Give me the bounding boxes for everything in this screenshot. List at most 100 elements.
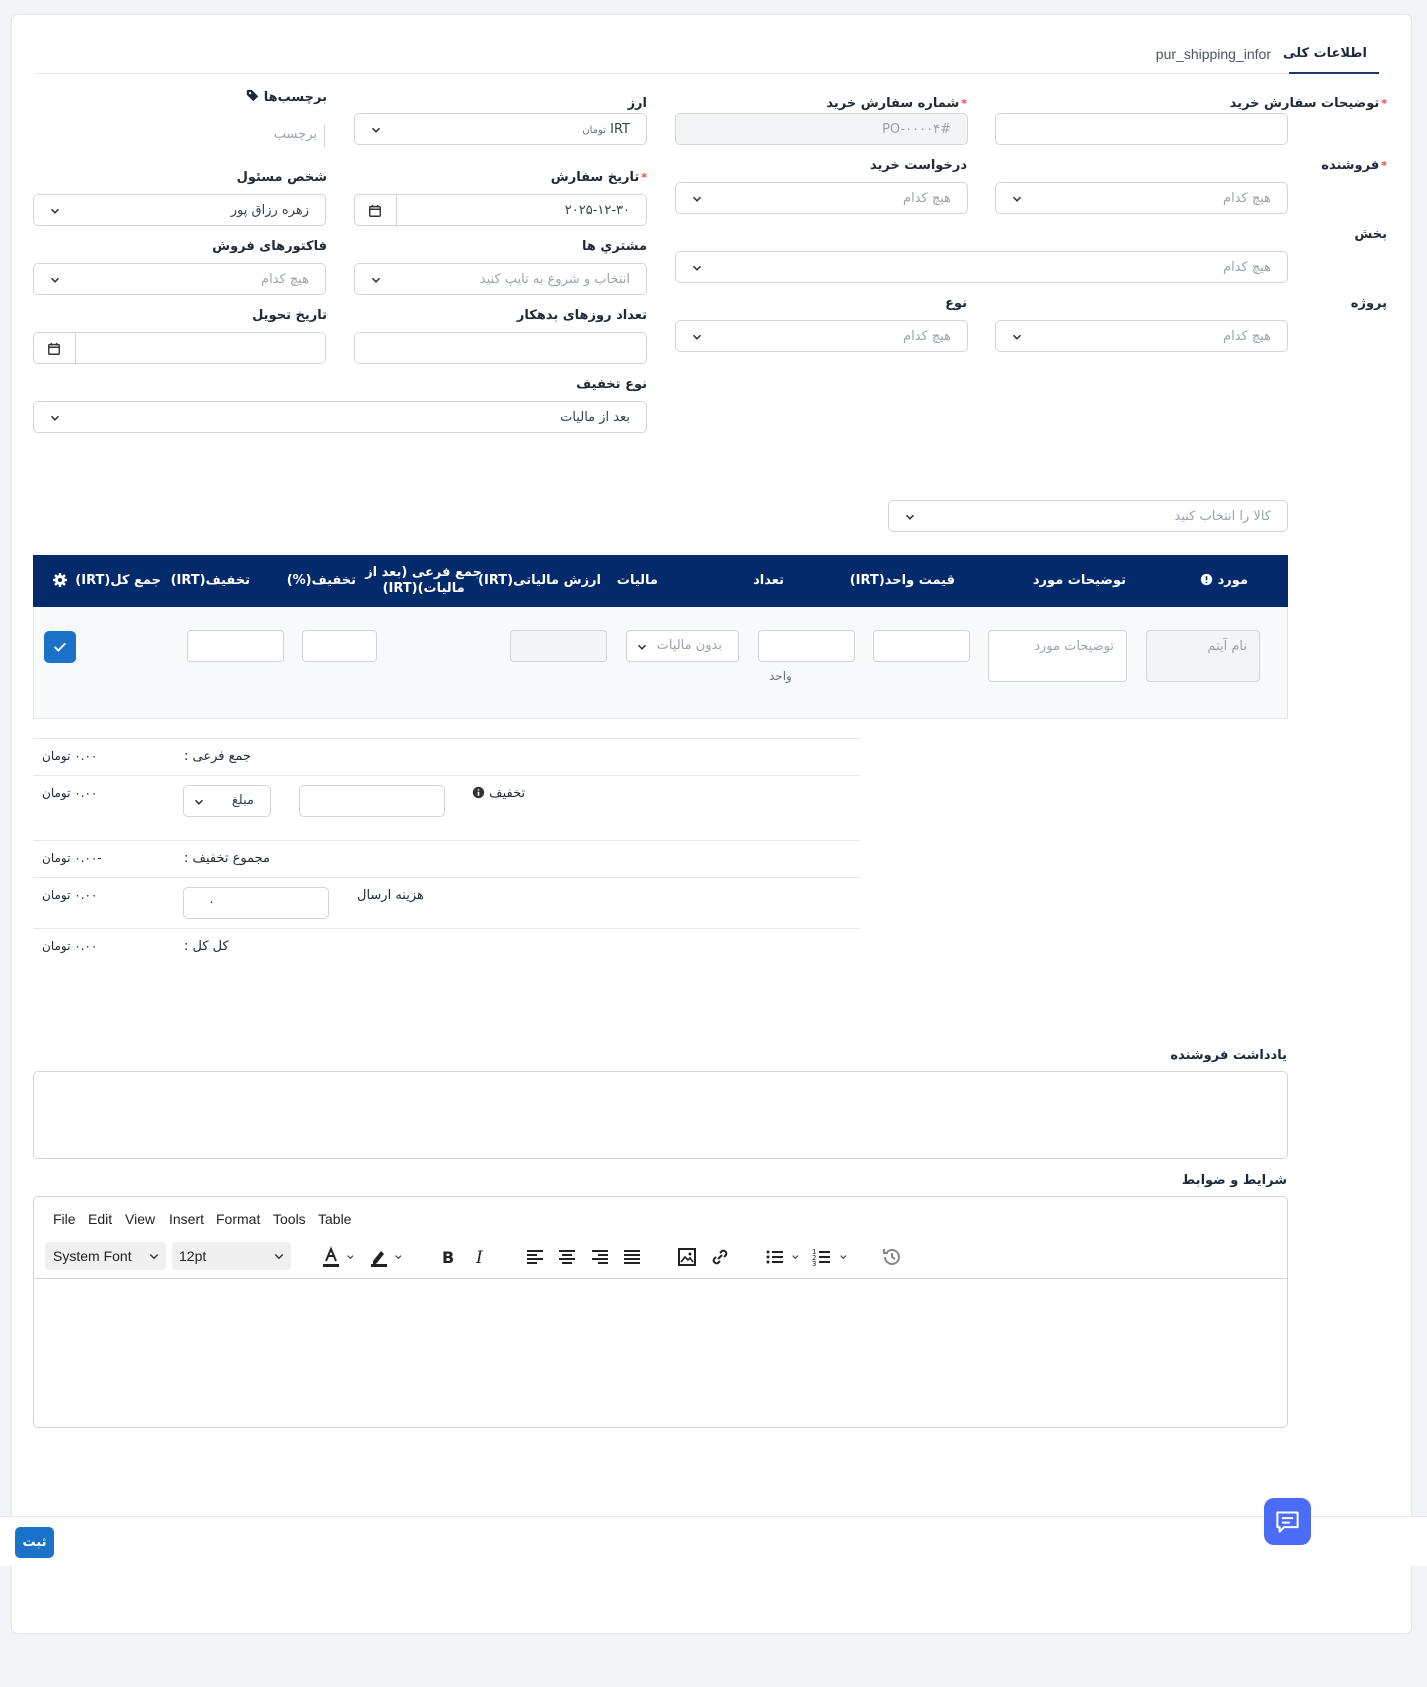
chevron-down-icon <box>371 277 381 283</box>
font-family-select[interactable]: System Font <box>45 1242 166 1270</box>
sales-invoices-select[interactable]: هیچ کدام <box>33 263 326 295</box>
chevron-down-icon <box>692 196 702 202</box>
highlight-color-icon[interactable] <box>367 1245 391 1269</box>
currency-label: ارز <box>627 96 647 111</box>
po-description-input[interactable] <box>995 113 1288 145</box>
th-tax: مالیات <box>616 573 658 588</box>
menu-file[interactable]: File <box>53 1211 76 1227</box>
chevron-down-icon <box>637 644 647 650</box>
menu-insert[interactable]: Insert <box>169 1211 204 1227</box>
vendor-note-label: یادداشت فروشنده <box>1170 1048 1287 1063</box>
chevron-down-icon[interactable] <box>393 1245 409 1269</box>
terms-editor[interactable] <box>33 1196 1288 1428</box>
align-justify-icon[interactable] <box>620 1245 644 1269</box>
discount-mode-select[interactable]: مبلغ <box>183 785 271 817</box>
align-right-icon[interactable] <box>588 1245 612 1269</box>
chevron-down-icon <box>50 277 60 283</box>
chat-widget-button[interactable] <box>1264 1498 1311 1545</box>
chevron-down-icon[interactable] <box>838 1245 854 1269</box>
link-icon[interactable] <box>708 1245 732 1269</box>
purchase-request-label: درخواست خرید <box>869 158 967 173</box>
qty-input[interactable] <box>758 630 855 662</box>
tab-shipping-info[interactable]: pur_shipping_infor <box>1156 46 1271 62</box>
items-table-header: مورد توضیحات مورد قیمت واحد(IRT) تعداد م… <box>33 555 1288 607</box>
calendar-button[interactable] <box>355 195 397 227</box>
debt-days-label: تعداد روزهای بدهکار <box>516 308 647 323</box>
align-left-icon[interactable] <box>523 1245 547 1269</box>
chevron-down-icon[interactable] <box>345 1245 361 1269</box>
responsible-select[interactable]: زهره رزاق پور <box>33 194 326 226</box>
chevron-down-icon <box>692 334 702 340</box>
tax-value-input[interactable] <box>510 630 607 662</box>
info-icon <box>472 786 485 799</box>
tax-select[interactable]: بدون مالیات <box>626 630 739 662</box>
discount-amount-input[interactable] <box>299 785 445 817</box>
calendar-button[interactable] <box>34 333 76 365</box>
item-description-input[interactable]: توضیحات مورد <box>988 630 1127 682</box>
align-center-icon[interactable] <box>555 1245 579 1269</box>
shipping-value: ۰.۰۰ تومان <box>42 888 98 902</box>
item-select[interactable]: کالا را انتخاب کنید <box>888 500 1288 532</box>
svg-text:B: B <box>442 1248 454 1267</box>
th-description: توضیحات مورد <box>1032 573 1126 588</box>
th-qty: تعداد <box>753 573 784 588</box>
th-discount-pct: تخفیف(%) <box>286 573 356 588</box>
department-label: بخش <box>1354 227 1387 242</box>
chevron-down-icon[interactable] <box>790 1245 806 1269</box>
bold-icon[interactable]: B <box>436 1245 460 1269</box>
vendor-note-textarea[interactable] <box>33 1071 1288 1159</box>
text-color-icon[interactable] <box>319 1245 343 1269</box>
chevron-down-icon <box>50 415 60 421</box>
shipping-input[interactable]: ۰ <box>183 887 329 919</box>
chevron-down-icon <box>1012 196 1022 202</box>
item-name-input[interactable]: نام آیتم <box>1146 630 1260 682</box>
discount-type-select[interactable]: بعد از مالیات <box>33 401 647 433</box>
subtotal-value: ۰.۰۰ تومان <box>42 749 98 763</box>
add-row-button[interactable] <box>44 631 76 663</box>
discount-amt-input[interactable] <box>187 630 284 662</box>
chevron-down-icon <box>274 1254 284 1260</box>
delivery-date-input[interactable] <box>33 332 326 365</box>
type-select[interactable]: هیچ کدام <box>675 320 968 352</box>
numbered-list-icon[interactable]: 123 <box>810 1245 834 1269</box>
unit-price-input[interactable] <box>873 630 970 662</box>
th-item: مورد <box>1200 573 1248 589</box>
settings-gear-icon[interactable] <box>52 572 68 588</box>
subtotal-label: جمع فرعی : <box>184 749 252 764</box>
tags-label: برچسب‌ها <box>246 89 327 105</box>
chevron-down-icon <box>149 1254 159 1260</box>
chevron-down-icon <box>50 208 60 214</box>
project-label: پروژه <box>1350 296 1387 311</box>
purchase-request-select[interactable]: هیچ کدام <box>675 182 968 214</box>
th-unit-price: قیمت واحد(IRT) <box>849 573 955 588</box>
menu-format[interactable]: Format <box>216 1211 260 1227</box>
po-number-input[interactable]: PO-۰۰۰۰۴# <box>675 113 968 145</box>
vendor-select[interactable]: هیچ کدام <box>995 182 1288 214</box>
vendor-label: *فروشنده <box>1321 158 1387 173</box>
info-icon <box>1200 573 1213 586</box>
discount-pct-input[interactable] <box>302 630 377 662</box>
th-subtotal: جمع فرعی (بعد از مالیات)(IRT) <box>365 565 482 596</box>
currency-select[interactable]: IRT تومان <box>354 113 647 145</box>
customers-select[interactable]: انتخاب و شروع به تایپ کنید <box>354 263 647 295</box>
menu-tools[interactable]: Tools <box>273 1211 306 1227</box>
svg-text:3: 3 <box>812 1260 816 1268</box>
summary-divider <box>33 738 860 739</box>
department-select[interactable]: هیچ کدام <box>675 251 1288 283</box>
order-date-input[interactable]: ۲۰۲۵-۱۲-۳۰ <box>354 194 647 227</box>
discount-value: ۰.۰۰ تومان <box>42 786 98 800</box>
menu-view[interactable]: View <box>125 1211 155 1227</box>
project-select[interactable]: هیچ کدام <box>995 320 1288 352</box>
submit-button[interactable]: ثبت <box>15 1527 54 1558</box>
history-icon[interactable] <box>880 1245 904 1269</box>
font-size-select[interactable]: 12pt <box>172 1242 291 1270</box>
tab-general-info[interactable]: اطلاعات کلی <box>1283 46 1367 61</box>
bullet-list-icon[interactable] <box>763 1245 787 1269</box>
debt-days-input[interactable] <box>354 332 647 364</box>
chevron-down-icon <box>1012 334 1022 340</box>
menu-edit[interactable]: Edit <box>88 1211 112 1227</box>
italic-icon[interactable]: I <box>468 1245 492 1269</box>
chat-icon <box>1276 1511 1299 1533</box>
image-icon[interactable] <box>675 1245 699 1269</box>
menu-table[interactable]: Table <box>318 1211 351 1227</box>
